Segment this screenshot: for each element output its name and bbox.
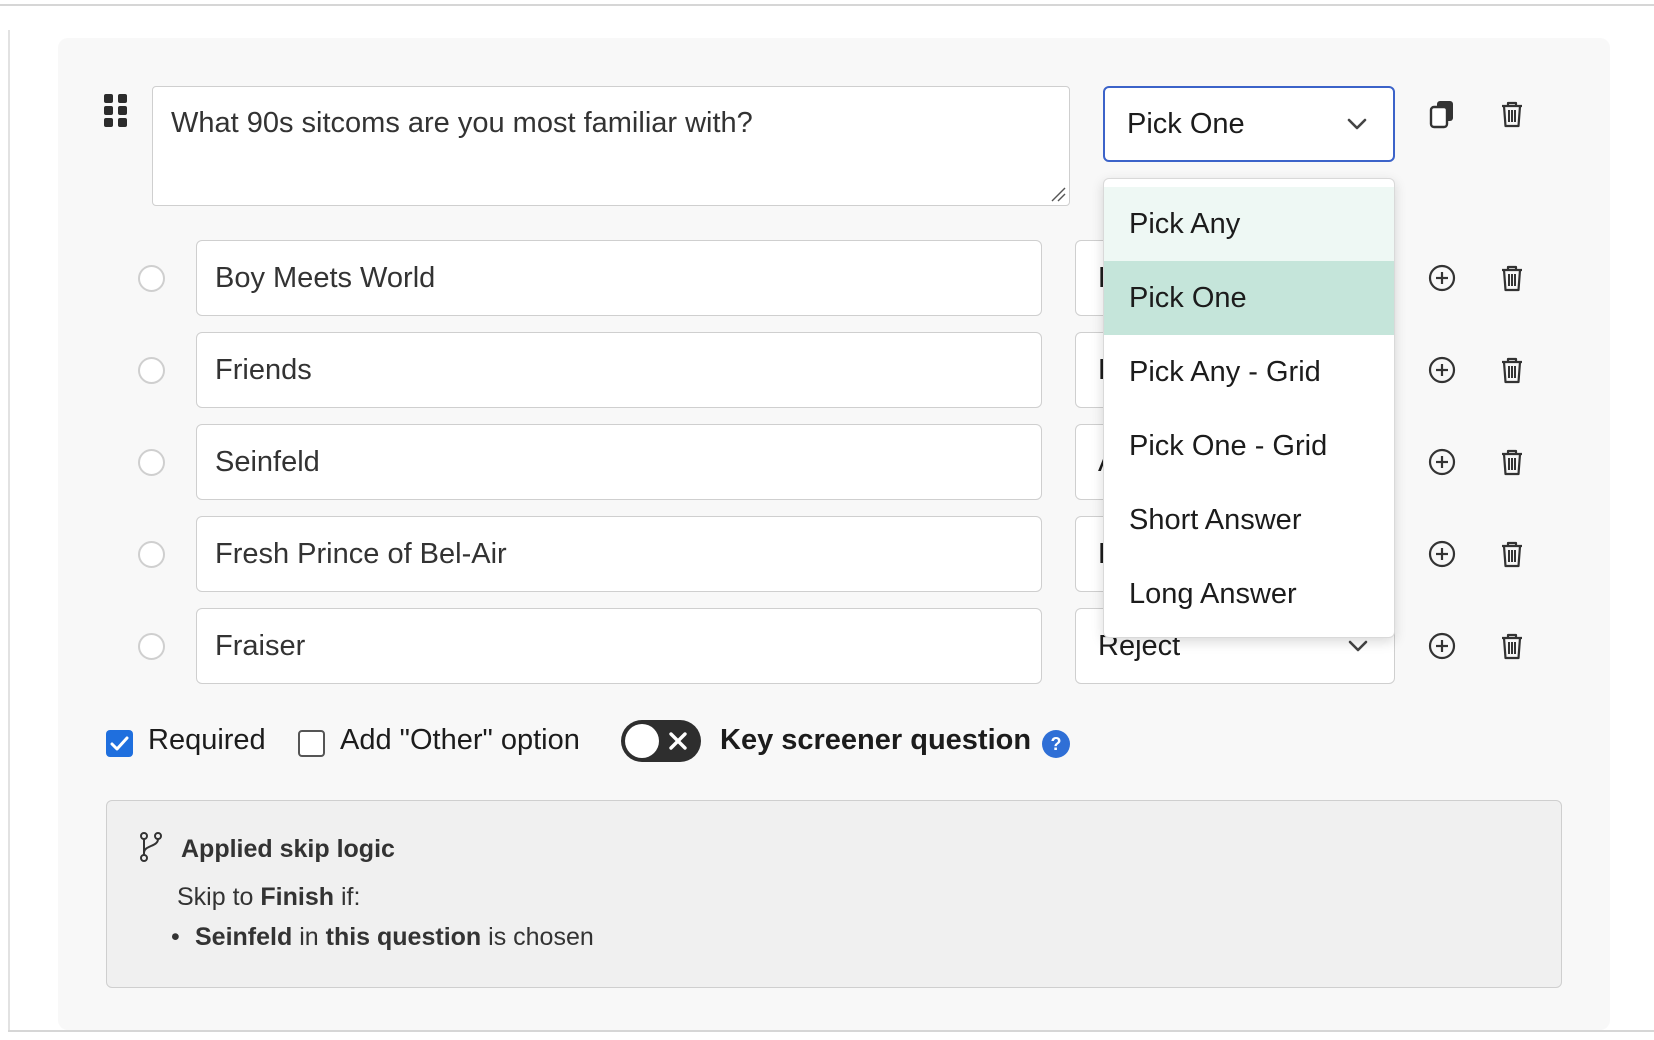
answer-radio[interactable] <box>138 265 165 292</box>
close-icon <box>669 732 687 750</box>
bottom-divider <box>8 1030 1654 1032</box>
answer-text: Fresh Prince of Bel-Air <box>215 537 507 570</box>
skip-condition-end: is chosen <box>488 923 594 951</box>
add-circle-icon <box>1428 632 1456 660</box>
skip-logic-title: Applied skip logic <box>181 835 395 863</box>
branch-icon <box>140 832 162 862</box>
required-label: Required <box>148 724 266 756</box>
add-answer-button[interactable] <box>1424 536 1460 572</box>
menu-item-pick-any-grid[interactable]: Pick Any - Grid <box>1104 335 1394 409</box>
add-answer-button[interactable] <box>1424 352 1460 388</box>
question-text: What 90s sitcoms are you most familiar w… <box>171 107 753 139</box>
skip-suffix: if: <box>340 883 361 911</box>
trash-icon <box>1502 633 1522 660</box>
other-option-checkbox[interactable] <box>298 730 325 757</box>
add-circle-icon <box>1428 540 1456 568</box>
answer-input[interactable]: Fraiser <box>196 608 1042 684</box>
skip-logic-panel: Applied skip logic Skip to Finish if: Se… <box>106 800 1562 988</box>
help-icon[interactable]: ? <box>1042 730 1070 758</box>
answer-radio[interactable] <box>138 357 165 384</box>
menu-item-short-answer[interactable]: Short Answer <box>1104 483 1394 557</box>
survey-editor-page: What 90s sitcoms are you most familiar w… <box>0 0 1654 1040</box>
top-divider <box>0 4 1654 6</box>
answer-radio[interactable] <box>138 449 165 476</box>
answer-input[interactable]: Friends <box>196 332 1042 408</box>
add-answer-button[interactable] <box>1424 260 1460 296</box>
chevron-down-icon <box>1347 118 1367 130</box>
question-type-value: Pick One <box>1127 107 1245 140</box>
add-answer-button[interactable] <box>1424 444 1460 480</box>
delete-answer-button[interactable] <box>1494 444 1530 480</box>
answer-text: Fraiser <box>215 629 306 662</box>
add-circle-icon <box>1428 264 1456 292</box>
copy-icon <box>1429 101 1453 129</box>
answer-input[interactable]: Fresh Prince of Bel-Air <box>196 516 1042 592</box>
trash-icon <box>1502 357 1522 384</box>
left-divider <box>8 30 10 1030</box>
toggle-knob <box>625 724 659 758</box>
key-screener-label: Key screener question <box>720 724 1032 756</box>
delete-question-button[interactable] <box>1494 96 1530 132</box>
skip-target: Finish <box>260 883 334 911</box>
delete-answer-button[interactable] <box>1494 260 1530 296</box>
skip-condition: Seinfeld in this question is chosen <box>171 923 594 952</box>
duplicate-question-button[interactable] <box>1424 96 1460 132</box>
required-checkbox[interactable] <box>106 730 133 757</box>
menu-item-long-answer[interactable]: Long Answer <box>1104 557 1394 631</box>
answer-input[interactable]: Seinfeld <box>196 424 1042 500</box>
checkmark-icon <box>110 736 129 751</box>
delete-answer-button[interactable] <box>1494 352 1530 388</box>
menu-item-pick-one-grid[interactable]: Pick One - Grid <box>1104 409 1394 483</box>
other-option-label: Add "Other" option <box>340 724 580 756</box>
add-circle-icon <box>1428 448 1456 476</box>
add-answer-button[interactable] <box>1424 628 1460 664</box>
answer-text: Friends <box>215 353 312 386</box>
resize-grip-icon[interactable] <box>1050 186 1066 202</box>
trash-icon <box>1502 265 1522 292</box>
answer-radio[interactable] <box>138 541 165 568</box>
question-options-row: Required Add "Other" option Key screener… <box>104 720 1104 764</box>
trash-icon <box>1502 101 1522 128</box>
trash-icon <box>1502 449 1522 476</box>
key-screener-toggle[interactable] <box>621 720 701 762</box>
question-type-select[interactable]: Pick One <box>1103 86 1395 162</box>
menu-item-pick-one[interactable]: Pick One <box>1104 261 1394 335</box>
skip-condition-answer: Seinfeld <box>195 923 293 951</box>
skip-logic-rule-line: Skip to Finish if: <box>177 883 360 912</box>
skip-condition-mid: in <box>299 923 319 951</box>
answer-text: Boy Meets World <box>215 261 436 294</box>
question-type-menu: Pick Any Pick One Pick Any - Grid Pick O… <box>1103 178 1395 638</box>
delete-answer-button[interactable] <box>1494 536 1530 572</box>
answer-input[interactable]: Boy Meets World <box>196 240 1042 316</box>
add-circle-icon <box>1428 356 1456 384</box>
answer-radio[interactable] <box>138 633 165 660</box>
trash-icon <box>1502 541 1522 568</box>
menu-item-pick-any[interactable]: Pick Any <box>1104 187 1394 261</box>
question-text-field[interactable]: What 90s sitcoms are you most familiar w… <box>152 86 1070 206</box>
drag-handle-icon[interactable] <box>104 94 128 127</box>
delete-answer-button[interactable] <box>1494 628 1530 664</box>
answer-text: Seinfeld <box>215 445 320 478</box>
skip-prefix: Skip to <box>177 883 254 911</box>
skip-condition-scope: this question <box>325 923 482 951</box>
